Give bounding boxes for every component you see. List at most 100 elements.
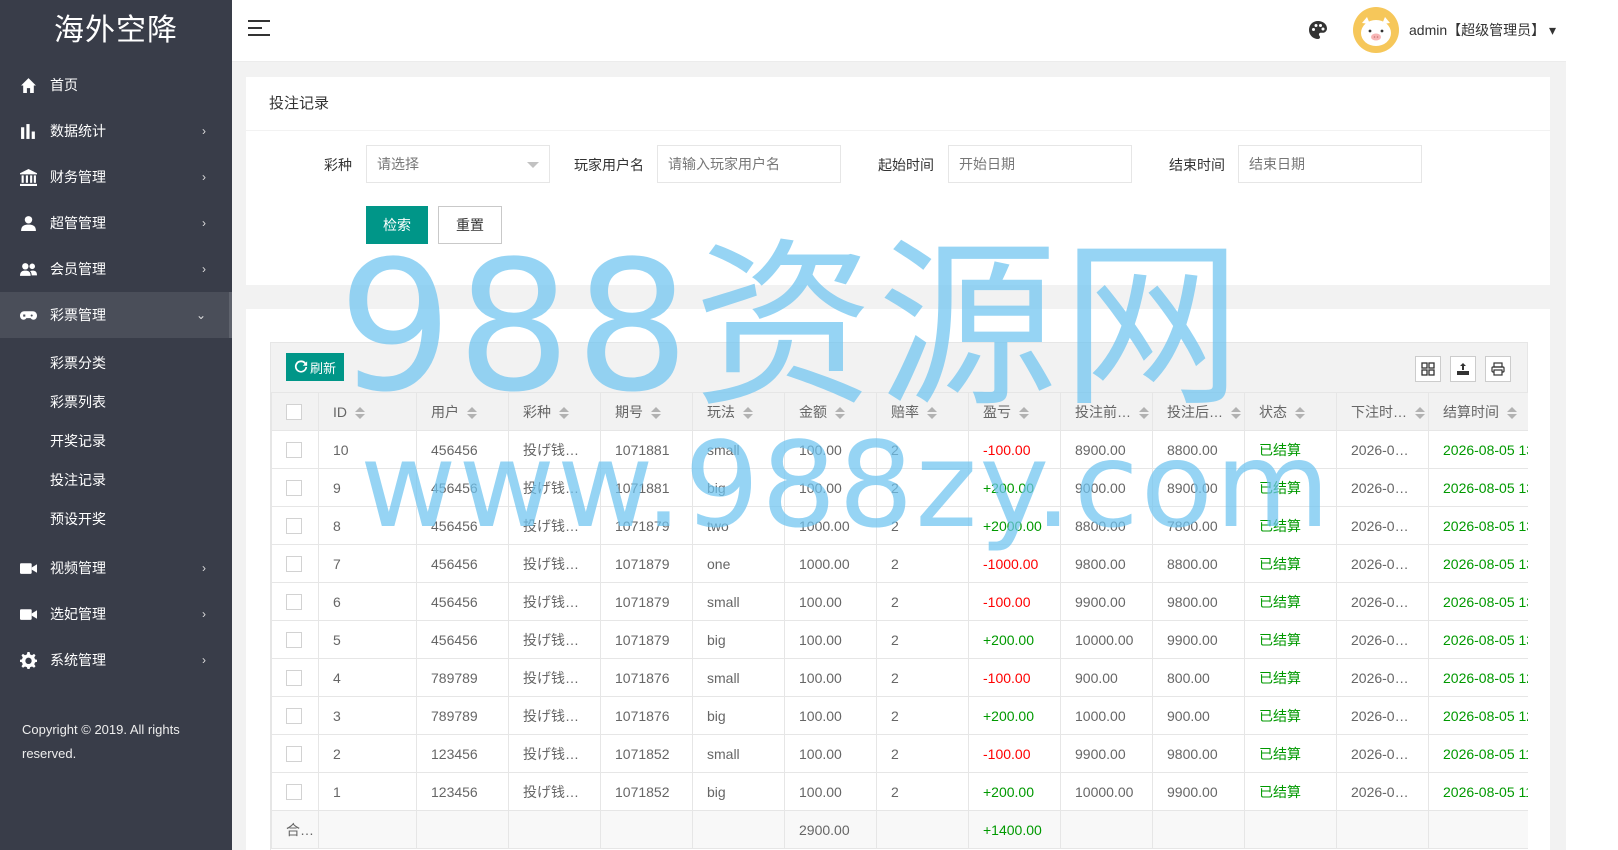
end-date-input[interactable] xyxy=(1238,145,1422,183)
sort-icon[interactable] xyxy=(467,406,477,419)
sidebar-item-finance[interactable]: 财务管理 › xyxy=(0,154,232,200)
total-empty-cell xyxy=(1152,810,1245,849)
table-row[interactable]: 2 123456 投げ钱… 1071852 small 100.00 2 -100.00 990… xyxy=(271,734,1528,773)
export-icon[interactable] xyxy=(1450,356,1476,382)
row-checkbox[interactable] xyxy=(286,632,302,649)
col-header-balance-after[interactable]: 投注后… xyxy=(1152,392,1245,431)
select-all-checkbox[interactable] xyxy=(286,404,302,421)
sidebar-item-members[interactable]: 会员管理 › xyxy=(0,246,232,292)
table-row[interactable]: 5 456456 投げ钱… 1071879 big 100.00 2 +200.00 10000… xyxy=(271,620,1528,659)
total-empty-cell xyxy=(1244,810,1337,849)
table-row[interactable]: 6 456456 投げ钱… 1071879 small 100.00 2 -100.00 990… xyxy=(271,582,1528,621)
cell-profit: -100.00 xyxy=(968,734,1061,773)
palette-icon[interactable] xyxy=(1308,20,1328,40)
search-button[interactable]: 检索 xyxy=(366,206,428,244)
col-header-bet-time[interactable]: 下注时… xyxy=(1336,392,1429,431)
refresh-icon xyxy=(294,360,308,373)
cell-bet-time: 2026-0… xyxy=(1336,772,1429,811)
subnav-item-lottery-list[interactable]: 彩票列表 xyxy=(0,383,232,422)
row-checkbox[interactable] xyxy=(286,480,302,497)
columns-filter-icon[interactable] xyxy=(1415,356,1441,382)
row-checkbox[interactable] xyxy=(286,556,302,573)
sort-icon[interactable] xyxy=(1507,406,1517,419)
row-checkbox[interactable] xyxy=(286,670,302,687)
col-header-user[interactable]: 用户 xyxy=(416,392,509,431)
reset-button[interactable]: 重置 xyxy=(438,206,502,244)
sidebar-item-video[interactable]: 视频管理 › xyxy=(0,545,232,591)
cell-balance-before: 8800.00 xyxy=(1060,506,1153,545)
user-menu[interactable]: admin【超级管理员】 ▾ xyxy=(1409,20,1556,40)
sort-icon[interactable] xyxy=(559,406,569,419)
refresh-button[interactable]: 刷新 xyxy=(286,353,345,381)
select-all-cell xyxy=(271,392,319,431)
subnav-item-bet-records[interactable]: 投注记录 xyxy=(0,461,232,500)
col-header-play[interactable]: 玩法 xyxy=(692,392,785,431)
sort-icon[interactable] xyxy=(1019,406,1029,419)
sort-icon[interactable] xyxy=(927,406,937,419)
right-edge xyxy=(1566,0,1618,850)
col-header-label: 彩种 xyxy=(523,403,551,420)
sort-icon[interactable] xyxy=(651,406,661,419)
brand-logo[interactable]: 海外空降 xyxy=(0,0,232,62)
avatar[interactable] xyxy=(1353,7,1399,53)
sidebar-item-admin[interactable]: 超管管理 › xyxy=(0,200,232,246)
table-row[interactable]: 10 456456 投げ钱… 1071881 small 100.00 2 -100.00 89… xyxy=(271,430,1528,469)
cell-balance-before: 9000.00 xyxy=(1060,468,1153,507)
cell-bet-time: 2026-0… xyxy=(1336,582,1429,621)
row-checkbox[interactable] xyxy=(286,518,302,535)
cell-play: big xyxy=(692,468,785,507)
start-date-input[interactable] xyxy=(948,145,1132,183)
cell-lottery: 投げ钱… xyxy=(508,696,601,735)
print-icon[interactable] xyxy=(1485,356,1511,382)
table-row[interactable]: 7 456456 投げ钱… 1071879 one 1000.00 2 -1000.00 980… xyxy=(271,544,1528,583)
col-header-amount[interactable]: 金额 xyxy=(784,392,877,431)
total-amount: 2900.00 xyxy=(784,810,877,849)
menu-toggle-icon[interactable] xyxy=(248,20,270,40)
row-checkbox[interactable] xyxy=(286,746,302,763)
col-header-odds[interactable]: 赔率 xyxy=(876,392,969,431)
col-header-lottery[interactable]: 彩种 xyxy=(508,392,601,431)
table-row[interactable]: 1 123456 投げ钱… 1071852 big 100.00 2 +200.00 10000… xyxy=(271,772,1528,811)
sort-icon[interactable] xyxy=(743,406,753,419)
row-checkbox[interactable] xyxy=(286,442,302,459)
col-header-id[interactable]: ID xyxy=(318,392,417,431)
sort-icon[interactable] xyxy=(1231,406,1241,419)
cell-profit: +200.00 xyxy=(968,772,1061,811)
sidebar: 海外空降 首页 数据统计 › 财务管理 › 超管管理 › 会员管理 › 彩票管理 xyxy=(0,0,232,850)
col-header-status[interactable]: 状态 xyxy=(1244,392,1337,431)
subnav-item-draw-records[interactable]: 开奖记录 xyxy=(0,422,232,461)
table-row[interactable]: 3 789789 投げ钱… 1071876 big 100.00 2 +200.00 1000.… xyxy=(271,696,1528,735)
table-row[interactable]: 4 789789 投げ钱… 1071876 small 100.00 2 -100.00 900… xyxy=(271,658,1528,697)
sort-icon[interactable] xyxy=(1415,406,1425,419)
sidebar-item-statistics[interactable]: 数据统计 › xyxy=(0,108,232,154)
sort-icon[interactable] xyxy=(1139,406,1149,419)
col-header-balance-before[interactable]: 投注前… xyxy=(1060,392,1153,431)
col-header-label: 金额 xyxy=(799,403,827,420)
cell-lottery: 投げ钱… xyxy=(508,544,601,583)
sort-icon[interactable] xyxy=(1295,406,1305,419)
sidebar-item-selection[interactable]: 选妃管理 › xyxy=(0,591,232,637)
row-checkbox[interactable] xyxy=(286,708,302,725)
table-row[interactable]: 8 456456 投げ钱… 1071879 two 1000.00 2 +2000.00 880… xyxy=(271,506,1528,545)
row-checkbox[interactable] xyxy=(286,594,302,611)
subnav-item-lottery-category[interactable]: 彩票分类 xyxy=(0,344,232,383)
sidebar-item-home[interactable]: 首页 xyxy=(0,62,232,108)
col-header-issue[interactable]: 期号 xyxy=(600,392,693,431)
row-checkbox[interactable] xyxy=(286,784,302,801)
sidebar-item-lottery[interactable]: 彩票管理 ⌄ xyxy=(0,292,232,338)
player-username-input[interactable] xyxy=(657,145,841,183)
sort-icon[interactable] xyxy=(835,406,845,419)
table-row[interactable]: 9 456456 投げ钱… 1071881 big 100.00 2 +200.00 9000.… xyxy=(271,468,1528,507)
sidebar-item-system[interactable]: 系统管理 › xyxy=(0,637,232,683)
lottery-select[interactable]: 请选择 xyxy=(366,145,550,183)
cell-profit: +2000.00 xyxy=(968,506,1061,545)
bets-table-container[interactable]: ID 用户 彩种 期号 玩法 金额 赔率 盈亏 投注前… 投注后… 状态 下注时… xyxy=(270,392,1528,850)
sort-icon[interactable] xyxy=(355,406,365,419)
cell-issue: 1071876 xyxy=(600,658,693,697)
cell-odds: 2 xyxy=(876,468,969,507)
col-header-settle-time[interactable]: 结算时间 xyxy=(1428,392,1528,431)
col-header-profit[interactable]: 盈亏 xyxy=(968,392,1061,431)
subnav-item-preset-draw[interactable]: 预设开奖 xyxy=(0,500,232,539)
cell-id: 9 xyxy=(318,468,417,507)
video-icon xyxy=(20,560,50,577)
